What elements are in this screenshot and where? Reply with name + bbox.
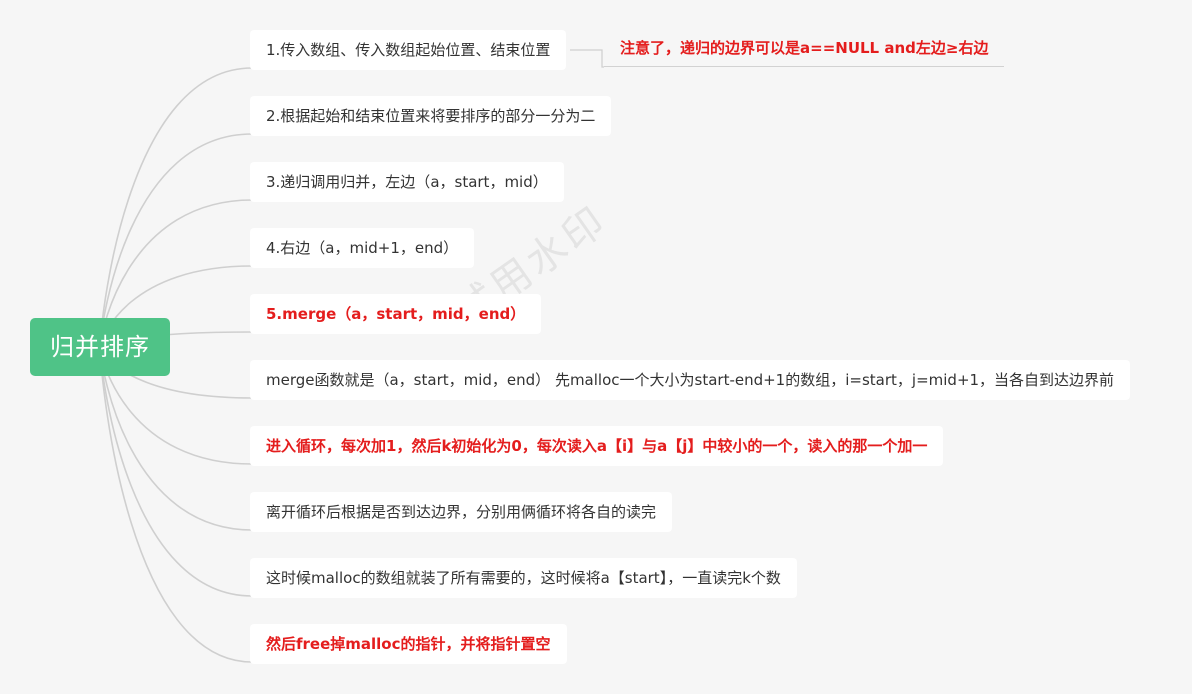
branch-link-2: [99, 133, 253, 348]
branch-3[interactable]: 3.递归调用归并，左边（a，start，mid）: [250, 162, 564, 202]
branch-8[interactable]: 离开循环后根据是否到达边界，分别用俩循环将各自的读完: [250, 492, 673, 532]
branch-9[interactable]: 这时候malloc的数组就装了所有需要的，这时候将a【start】，一直读完k个…: [250, 558, 797, 598]
branch-10[interactable]: 然后free掉malloc的指针，并将指针置空: [250, 624, 567, 664]
branch-6[interactable]: merge函数就是（a，start，mid，end） 先malloc一个大小为s…: [250, 360, 1131, 400]
branch-2[interactable]: 2.根据起始和结束位置来将要排序的部分一分为二: [250, 96, 612, 136]
branch-5[interactable]: 5.merge（a，start，mid，end）: [250, 294, 542, 334]
branch-7[interactable]: 进入循环，每次加1，然后k初始化为0，每次读入a【i】与a【j】中较小的一个，读…: [250, 426, 944, 466]
root-topic[interactable]: 归并排序: [30, 318, 170, 376]
mindmap-canvas: 试用水印 归并排序 1.传入数组、传入数组起始位置、结束位置 2.根据起始和结束…: [0, 0, 1192, 694]
branch-link-1: [99, 67, 253, 348]
note-link: [570, 49, 604, 68]
branch-link-9: [99, 346, 253, 597]
note-recursion-boundary[interactable]: 注意了，递归的边界可以是a==NULL and左边≥右边: [604, 30, 1005, 67]
branch-1[interactable]: 1.传入数组、传入数组起始位置、结束位置: [250, 30, 567, 70]
branch-4[interactable]: 4.右边（a，mid+1，end）: [250, 228, 475, 268]
